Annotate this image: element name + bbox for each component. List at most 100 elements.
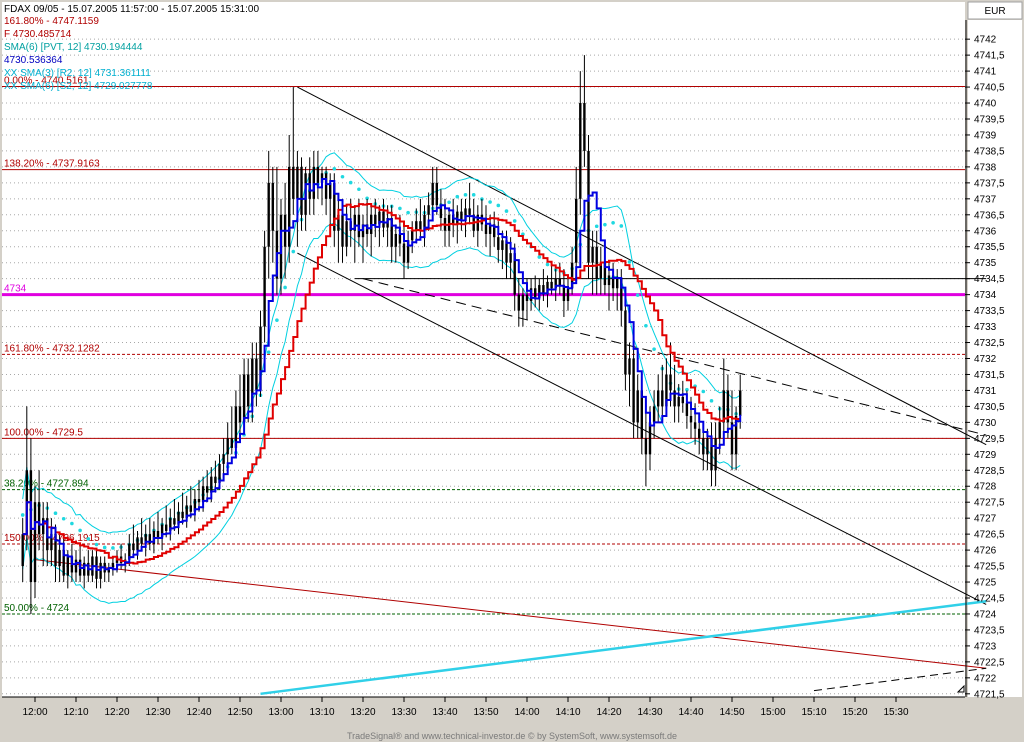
candle-body	[698, 428, 701, 439]
y-tick-label: 4722,5	[974, 657, 1005, 668]
indicator-dot	[619, 224, 624, 228]
candle-body	[181, 511, 184, 519]
candle-body	[210, 476, 213, 493]
level-label: 50.00% - 4724	[4, 603, 69, 614]
candle-body	[206, 486, 209, 493]
candle-body	[329, 182, 332, 199]
candle-body	[632, 358, 635, 423]
indicator-dot	[266, 350, 271, 354]
x-tick-label: 14:20	[596, 707, 621, 718]
candle-body	[263, 246, 266, 327]
indicator-dot	[70, 521, 74, 526]
y-tick-label: 4738	[974, 162, 997, 173]
candle-body	[607, 275, 611, 286]
y-tick-label: 4740	[974, 99, 997, 110]
x-tick-label: 13:50	[473, 707, 498, 718]
y-tick-label: 4726	[974, 546, 997, 557]
candle-body	[394, 233, 397, 247]
x-tick-label: 12:00	[22, 707, 47, 718]
candle-body	[66, 556, 69, 576]
y-tick-label: 4735	[974, 258, 997, 269]
candle-body	[497, 237, 500, 250]
indicator-dot	[512, 219, 517, 223]
footer-credit: TradeSignal® and www.technical-investor.…	[347, 731, 677, 741]
candle-body	[431, 182, 434, 206]
indicator-dot	[53, 511, 58, 516]
indicator-dot	[701, 389, 706, 394]
candle-body	[74, 559, 78, 573]
candle-body	[702, 438, 705, 455]
y-tick-label: 4729,5	[974, 434, 1005, 445]
level-label: 100.00% - 4729.5	[4, 427, 83, 438]
candle-body	[616, 278, 619, 289]
candle-body	[345, 221, 348, 247]
y-tick-label: 4725	[974, 578, 997, 589]
x-tick-label: 14:00	[514, 707, 539, 718]
level-label: 38.20% - 4727.894	[4, 479, 89, 490]
y-tick-label: 4737	[974, 194, 997, 205]
x-tick-label: 14:10	[555, 707, 580, 718]
candle-body	[341, 214, 344, 247]
candle-body	[255, 358, 258, 391]
candle-body	[173, 518, 176, 525]
candle-body	[374, 214, 377, 225]
indicator-dot	[709, 399, 714, 403]
candle-body	[201, 486, 205, 503]
candle-body	[739, 390, 742, 416]
indicator-dot	[111, 546, 115, 550]
candle-body	[37, 502, 41, 535]
y-tick-label: 4732,5	[974, 338, 1005, 349]
candle-body	[685, 403, 689, 416]
y-tick-label: 4736	[974, 226, 997, 237]
legend-entry: 4730.536364	[4, 55, 63, 66]
legend-entry: XX SMA(3) [R2, 12] 4731.361111	[4, 68, 151, 79]
candle-body	[624, 310, 627, 375]
y-tick-label: 4725,5	[974, 562, 1005, 573]
x-tick-label: 15:00	[760, 707, 785, 718]
candle-body	[222, 454, 225, 464]
y-tick-label: 4731,5	[974, 370, 1005, 381]
indicator-dot	[20, 513, 25, 517]
x-tick-label: 15:20	[842, 707, 867, 718]
y-tick-label: 4728	[974, 482, 997, 493]
plot-area[interactable]	[2, 2, 965, 697]
x-tick-label: 15:10	[801, 707, 826, 718]
candle-body	[681, 396, 684, 404]
candle-body	[242, 374, 246, 423]
candle-body	[382, 211, 385, 228]
candle-body	[652, 406, 656, 423]
candle-body	[579, 103, 582, 199]
candle-body	[402, 243, 406, 263]
y-tick-label: 4730	[974, 418, 997, 429]
indicator-dot	[496, 203, 501, 208]
indicator-dot	[471, 193, 476, 197]
candle-body	[509, 253, 512, 263]
indicator-dot	[652, 347, 656, 351]
x-tick-label: 14:40	[678, 707, 703, 718]
candle-body	[706, 438, 709, 455]
y-tick-label: 4724,5	[974, 594, 1005, 605]
y-tick-label: 4733,5	[974, 306, 1005, 317]
indicator-dot	[545, 262, 550, 267]
candle-body	[411, 230, 414, 241]
candle-body	[583, 103, 586, 151]
indicator-dot	[594, 224, 599, 229]
price-chart[interactable]: 0.00% - 4740.5161138.20% - 4737.91634734…	[0, 0, 1024, 742]
y-tick-label: 4724	[974, 609, 997, 620]
candle-body	[312, 166, 315, 199]
candle-body	[427, 205, 430, 215]
y-tick-label: 4733	[974, 322, 997, 333]
y-tick-label: 4730,5	[974, 402, 1005, 413]
y-tick-label: 4738,5	[974, 146, 1005, 157]
y-tick-label: 4736,5	[974, 210, 1005, 221]
indicator-dot	[455, 194, 460, 199]
y-tick-label: 4734,5	[974, 274, 1005, 285]
y-tick-label: 4723,5	[974, 625, 1005, 636]
candle-body	[714, 438, 717, 471]
legend-entry: 161.80% - 4747.1159	[4, 16, 99, 27]
candle-body	[230, 438, 233, 448]
x-tick-label: 13:40	[432, 707, 457, 718]
candle-body	[292, 166, 295, 199]
indicator-dot	[406, 210, 410, 215]
x-tick-label: 12:40	[186, 707, 211, 718]
